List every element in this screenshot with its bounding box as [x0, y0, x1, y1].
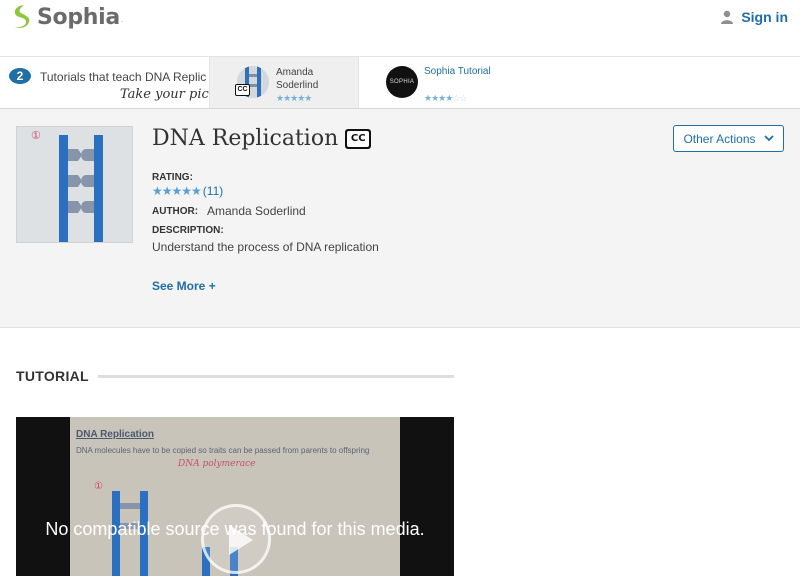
user-icon [721, 10, 734, 24]
sophia-logo-icon [14, 5, 30, 28]
tutorial-card-author[interactable]: Sophia Tutorial [424, 66, 491, 77]
chevron-down-icon [763, 135, 774, 142]
slide-text: DNA molecules have to be copied so trait… [76, 446, 370, 455]
author-label: AUTHOR: [152, 206, 199, 217]
cc-icon: CC [345, 128, 372, 149]
page-title: DNA Replication CC [152, 126, 372, 151]
tutorial-card-author-first: Amanda [276, 67, 314, 78]
rating-stars-empty: ☆☆ [452, 93, 467, 103]
description-label: DESCRIPTION: [152, 225, 224, 236]
tutorials-count-panel: 2 Tutorials that teach DNA Replic Take y… [0, 57, 210, 108]
other-actions-button[interactable]: Other Actions [673, 125, 784, 152]
rating-row: ★★★★★ (11) [152, 184, 223, 198]
dna-diagram-image: ① [17, 127, 132, 242]
sign-in-label: Sign in [741, 9, 788, 25]
sophia-logo[interactable]: Sophia . [10, 4, 123, 30]
slide-handwriting: DNA polymerace [178, 459, 256, 469]
tutorial-thumbnail: ① [16, 126, 133, 243]
tutorial-card-author: Amanda Soderlind [276, 66, 346, 92]
section-title: TUTORIAL [16, 368, 89, 384]
svg-text:①: ① [31, 129, 41, 142]
section-divider [97, 374, 454, 378]
page-title-text: DNA Replication [152, 126, 339, 151]
tutorial-section-header: TUTORIAL [16, 368, 454, 384]
tutorial-card-rating: ★★★★☆☆ [424, 93, 467, 104]
tutorial-summary-panel: ① DNA Replication CC RATING: ★★★★★ (11) … [0, 109, 800, 328]
rating-stars[interactable]: ★★★★★ [152, 184, 202, 198]
author-value: Amanda Soderlind [207, 204, 306, 218]
tutorials-strip: 2 Tutorials that teach DNA Replic Take y… [0, 57, 800, 109]
svg-text:①: ① [94, 481, 103, 492]
site-header: Sophia . Sign in [0, 0, 800, 57]
tutorial-card-sophia[interactable]: SOPHIA Sophia Tutorial ★★★★☆☆ [360, 57, 520, 108]
video-error-message: No compatible source was found for this … [45, 519, 425, 539]
tutorial-card-author-last: Soderlind [276, 80, 319, 91]
video-player[interactable]: DNA Replication DNA molecules have to be… [16, 417, 454, 576]
sophia-tutorial-thumbnail: SOPHIA [386, 66, 418, 98]
rating-stars-filled: ★★★★ [424, 93, 453, 103]
description-value: Understand the process of DNA replicatio… [152, 240, 379, 254]
tutorial-count-badge: 2 [9, 68, 31, 84]
tutorial-card-rating: ★★★★★ [276, 93, 312, 103]
cc-label: CC [347, 130, 370, 147]
brand-name: Sophia [37, 4, 120, 30]
rating-label: RATING: [152, 172, 193, 183]
see-more-link[interactable]: See More + [152, 279, 216, 293]
sign-in-link[interactable]: Sign in [720, 9, 788, 25]
other-actions-label: Other Actions [683, 131, 756, 146]
tutorials-strip-title: Tutorials that teach DNA Replic [40, 70, 207, 84]
slide-title: DNA Replication [76, 429, 154, 440]
rating-count-link[interactable]: (11) [203, 184, 223, 198]
tutorial-card-amanda[interactable]: CC Amanda Soderlind ★★★★★ [210, 57, 359, 108]
brand-trademark: . [120, 17, 123, 24]
cc-icon: CC [235, 84, 250, 96]
take-your-pick-label: Take your pick: [120, 87, 209, 102]
